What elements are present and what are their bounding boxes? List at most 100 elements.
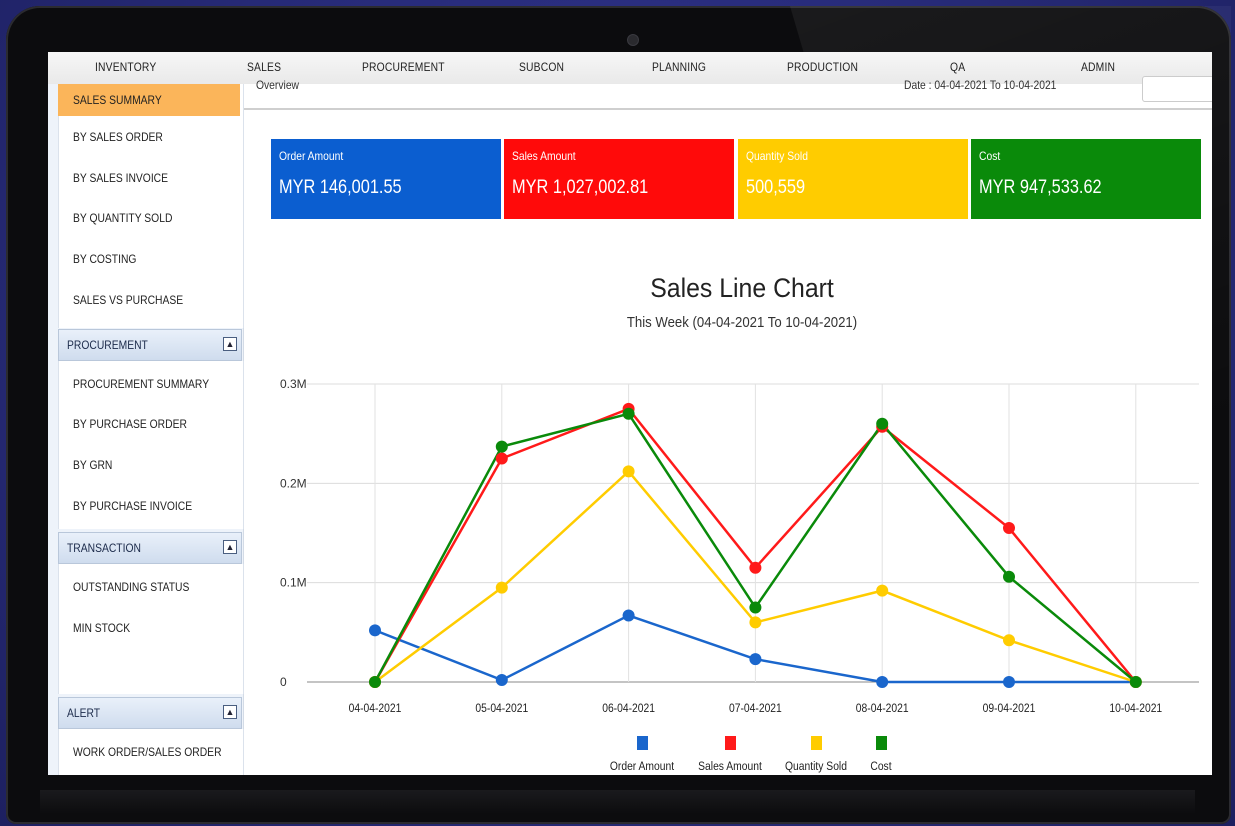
sidebar-item-label: BY GRN bbox=[73, 458, 113, 472]
sidebar-item-by-purchase-order[interactable]: BY PURCHASE ORDER bbox=[58, 404, 240, 444]
group-title: TRANSACTION bbox=[67, 541, 141, 555]
sidebar-item-by-sales-invoice[interactable]: BY SALES INVOICE bbox=[58, 158, 240, 198]
data-point bbox=[622, 609, 635, 622]
card-value: MYR 1,027,002.81 bbox=[512, 177, 649, 198]
data-point bbox=[369, 624, 381, 637]
card-label: Quantity Sold bbox=[746, 149, 808, 163]
sidebar-item-label: BY PURCHASE ORDER bbox=[73, 417, 187, 431]
sidebar-group-alert[interactable]: ALERT ▲ bbox=[58, 697, 242, 729]
sidebar-group-procurement[interactable]: PROCUREMENT ▲ bbox=[58, 329, 242, 361]
x-tick-label: 07-04-2021 bbox=[729, 702, 782, 715]
sidebar-item-label: PROCUREMENT SUMMARY bbox=[73, 377, 210, 391]
webcam bbox=[627, 34, 639, 46]
chevron-up-icon[interactable]: ▲ bbox=[223, 705, 237, 719]
data-point bbox=[369, 676, 381, 688]
nav-subcon[interactable]: SUBCON bbox=[519, 60, 564, 74]
date-range-label: Date : 04-04-2021 To 10-04-2021 bbox=[904, 78, 1057, 92]
legend-label: Sales Amount bbox=[698, 760, 762, 773]
chart-title: Sales Line Chart bbox=[650, 274, 834, 303]
data-point bbox=[876, 676, 889, 688]
sales-line-chart: Sales Line Chart This Week (04-04-2021 T… bbox=[244, 264, 1212, 775]
legend-swatch bbox=[725, 736, 736, 750]
sidebar-item-label: BY SALES ORDER bbox=[73, 130, 163, 144]
x-tick-label: 04-04-2021 bbox=[349, 702, 402, 715]
sidebar-item-by-costing[interactable]: BY COSTING bbox=[58, 239, 240, 279]
legend-label: Order Amount bbox=[610, 760, 675, 773]
data-point bbox=[622, 407, 635, 420]
sidebar-item-label: BY COSTING bbox=[73, 252, 137, 266]
sidebar-group-transaction[interactable]: TRANSACTION ▲ bbox=[58, 532, 242, 564]
data-point bbox=[1003, 522, 1015, 535]
chevron-up-icon[interactable]: ▲ bbox=[223, 337, 237, 351]
data-point bbox=[622, 465, 635, 478]
card-value: MYR 146,001.55 bbox=[279, 177, 402, 198]
data-point bbox=[1003, 634, 1015, 647]
sidebar-item-label: WORK ORDER/SALES ORDER bbox=[73, 745, 222, 759]
nav-production[interactable]: PRODUCTION bbox=[787, 60, 858, 74]
data-point bbox=[495, 452, 508, 465]
nav-sales[interactable]: SALES bbox=[247, 60, 281, 74]
data-point bbox=[876, 417, 889, 430]
nav-qa[interactable]: QA bbox=[950, 60, 965, 74]
date-picker-field[interactable] bbox=[1142, 76, 1212, 102]
sidebar-item-by-quantity-sold[interactable]: BY QUANTITY SOLD bbox=[58, 198, 240, 238]
nav-planning[interactable]: PLANNING bbox=[652, 60, 706, 74]
legend-swatch bbox=[811, 736, 822, 750]
x-tick-label: 08-04-2021 bbox=[856, 702, 909, 715]
chart-subtitle: This Week (04-04-2021 To 10-04-2021) bbox=[627, 313, 857, 330]
main-content: Overview Date : 04-04-2021 To 10-04-2021… bbox=[244, 76, 1212, 775]
card-quantity-sold: Quantity Sold 500,559 bbox=[738, 139, 968, 219]
app-screen: INVENTORY SALES PROCUREMENT SUBCON PLANN… bbox=[48, 52, 1212, 775]
legend-swatch bbox=[876, 736, 887, 750]
sidebar-item-by-sales-order[interactable]: BY SALES ORDER bbox=[58, 117, 240, 157]
sidebar-item-label: BY SALES INVOICE bbox=[73, 171, 169, 185]
chevron-up-icon[interactable]: ▲ bbox=[223, 540, 237, 554]
sidebar-item-sales-summary[interactable]: SALES SUMMARY bbox=[58, 84, 240, 116]
sidebar-item-outstanding-status[interactable]: OUTSTANDING STATUS bbox=[58, 567, 240, 607]
data-point bbox=[1003, 570, 1015, 583]
legend-label: Cost bbox=[870, 760, 892, 773]
x-tick-label: 06-04-2021 bbox=[602, 702, 655, 715]
legend-label: Quantity Sold bbox=[785, 760, 847, 773]
nav-procurement[interactable]: PROCUREMENT bbox=[362, 60, 445, 74]
nav-inventory[interactable]: INVENTORY bbox=[95, 60, 156, 74]
sidebar-item-label: BY PURCHASE INVOICE bbox=[73, 499, 193, 513]
page-title: Overview bbox=[256, 78, 300, 92]
sidebar-item-label: SALES SUMMARY bbox=[73, 93, 162, 107]
data-point bbox=[876, 584, 889, 597]
overview-header: Overview Date : 04-04-2021 To 10-04-2021 bbox=[244, 76, 1212, 110]
card-order-amount: Order Amount MYR 146,001.55 bbox=[271, 139, 501, 219]
sidebar-item-procurement-summary[interactable]: PROCUREMENT SUMMARY bbox=[58, 364, 240, 404]
y-tick-label: 0 bbox=[280, 675, 287, 689]
y-tick-label: 0.2M bbox=[280, 476, 307, 490]
legend-swatch bbox=[637, 736, 648, 750]
x-tick-label: 10-04-2021 bbox=[1109, 702, 1162, 715]
sidebar: SALES SUMMARY BY SALES ORDER BY SALES IN… bbox=[48, 84, 244, 775]
group-title: PROCUREMENT bbox=[67, 338, 148, 352]
sidebar-item-by-grn[interactable]: BY GRN bbox=[58, 445, 240, 485]
card-cost: Cost MYR 947,533.62 bbox=[971, 139, 1201, 219]
data-point bbox=[749, 561, 762, 574]
y-tick-label: 0.1M bbox=[280, 576, 307, 590]
card-sales-amount: Sales Amount MYR 1,027,002.81 bbox=[504, 139, 734, 219]
data-point bbox=[495, 674, 508, 687]
sidebar-item-label: BY QUANTITY SOLD bbox=[73, 211, 173, 225]
sidebar-item-label: OUTSTANDING STATUS bbox=[73, 580, 190, 594]
x-tick-label: 09-04-2021 bbox=[983, 702, 1036, 715]
data-point bbox=[1003, 676, 1015, 688]
data-point bbox=[749, 601, 762, 614]
x-tick-label: 05-04-2021 bbox=[475, 702, 528, 715]
sidebar-item-min-stock[interactable]: MIN STOCK bbox=[58, 608, 240, 648]
data-point bbox=[749, 653, 762, 666]
nav-admin[interactable]: ADMIN bbox=[1081, 60, 1115, 74]
card-label: Cost bbox=[979, 149, 1001, 163]
data-point bbox=[1129, 676, 1142, 688]
sidebar-item-work-order-sales-order[interactable]: WORK ORDER/SALES ORDER bbox=[58, 732, 240, 772]
card-value: 500,559 bbox=[746, 177, 806, 198]
sidebar-item-by-purchase-invoice[interactable]: BY PURCHASE INVOICE bbox=[58, 486, 240, 526]
card-label: Sales Amount bbox=[512, 149, 576, 163]
sidebar-item-sales-vs-purchase[interactable]: SALES VS PURCHASE bbox=[58, 280, 240, 320]
sidebar-item-label: MIN STOCK bbox=[73, 621, 131, 635]
laptop-bezel bbox=[40, 790, 1195, 814]
y-tick-label: 0.3M bbox=[280, 377, 307, 391]
